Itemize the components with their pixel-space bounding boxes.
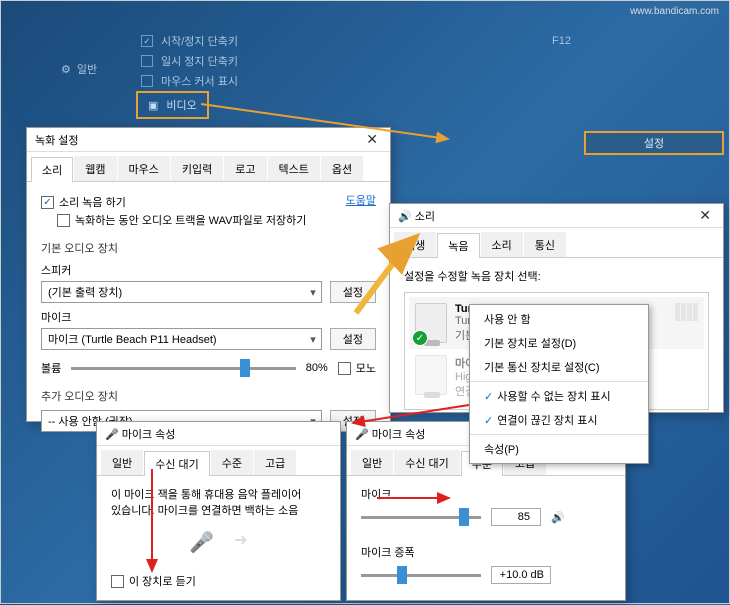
tab-advanced[interactable]: 고급 <box>254 450 296 475</box>
check-icon: ✓ <box>412 330 428 346</box>
gear-icon: ⚙ <box>61 63 71 76</box>
tab-general[interactable]: 일반 <box>101 450 143 475</box>
mic-boost-value: +10.0 dB <box>491 566 551 584</box>
mic-icon: 🎤 <box>105 429 119 441</box>
tab-recording[interactable]: 녹음 <box>437 233 479 258</box>
speaker-icon: 🔊 <box>398 211 412 223</box>
group-basic-audio: 기본 오디오 장치 <box>41 240 376 256</box>
help-link[interactable]: 도움말 <box>346 192 376 208</box>
mic2-pane: 마이크 85 🔊 마이크 증폭 +10.0 dB <box>347 476 625 594</box>
tab-listen[interactable]: 수신 대기 <box>394 450 460 475</box>
window-title: 녹화 설정 <box>35 132 79 148</box>
mic-props-listen-window: 🎤 마이크 속성 일반 수신 대기 수준 고급 이 마이크 잭을 통해 휴대용 … <box>96 421 341 601</box>
titlebar: 🎤 마이크 속성 <box>97 422 340 446</box>
tab-general[interactable]: 일반 <box>351 450 393 475</box>
snd-tabs: 재생 녹음 소리 통신 <box>390 228 723 258</box>
menu-show-disabled[interactable]: 사용할 수 없는 장치 표시 <box>470 384 648 408</box>
tab-option[interactable]: 옵션 <box>321 156 363 181</box>
menu-separator <box>470 381 648 382</box>
tab-text[interactable]: 텍스트 <box>268 156 320 181</box>
tab-comm[interactable]: 통신 <box>524 232 566 257</box>
bg-label: 일시 정지 단축키 <box>161 53 238 69</box>
level-meter <box>675 303 698 321</box>
mic-level-value: 85 <box>491 508 541 526</box>
volume-slider[interactable] <box>71 367 295 370</box>
volume-value: 80% <box>306 362 328 374</box>
rec-pane: ✓소리 녹음 하기 녹화하는 동안 오디오 트랙을 WAV파일로 저장하기 도움… <box>27 182 390 442</box>
menu-disable[interactable]: 사용 안 함 <box>470 307 648 331</box>
recording-settings-window: 녹화 설정 ✕ 소리 웹캠 마우스 키입력 로고 텍스트 옵션 ✓소리 녹음 하… <box>26 127 391 422</box>
speaker-label: 스피커 <box>41 262 376 278</box>
checkbox-icon <box>141 55 153 67</box>
chk-save-wav[interactable]: 녹화하는 동안 오디오 트랙을 WAV파일로 저장하기 <box>57 212 306 228</box>
mic-set-button[interactable]: 설정 <box>330 328 376 350</box>
mic-illustration-icon: 🎤 <box>189 530 214 555</box>
mic-boost-slider[interactable] <box>361 574 481 577</box>
arrow-icon: ➜ <box>234 530 247 555</box>
mic1-desc: 있습니다. 마이크를 연결하면 백하는 소음 <box>111 502 326 518</box>
check-icon: ✓ <box>141 35 153 47</box>
close-icon[interactable]: ✕ <box>695 207 715 224</box>
speaker-icon[interactable]: 🔊 <box>551 511 565 524</box>
mic1-tabs: 일반 수신 대기 수준 고급 <box>97 446 340 476</box>
bg-settings-panel: ✓시작/정지 단축키F12 일시 정지 단축키 마우스 커서 표시 ⚙일반 <box>141 31 611 91</box>
menu-separator <box>470 434 648 435</box>
tab-playback[interactable]: 재생 <box>394 232 436 257</box>
volume-label: 볼륨 <box>41 360 61 376</box>
mic-select[interactable]: 마이크 (Turtle Beach P11 Headset) <box>41 328 322 350</box>
snd-desc: 설정을 수정할 녹음 장치 선택: <box>404 268 709 284</box>
menu-show-disconnected[interactable]: 연결이 끊긴 장치 표시 <box>470 408 648 432</box>
video-icon: ▣ <box>148 99 158 112</box>
titlebar: 🔊 소리 ✕ <box>390 204 723 228</box>
bg-settings-button[interactable]: 설정 <box>584 131 724 155</box>
speaker-set-button[interactable]: 설정 <box>330 281 376 303</box>
device-context-menu: 사용 안 함 기본 장치로 설정(D) 기본 통신 장치로 설정(C) 사용할 … <box>469 304 649 464</box>
mic-device-icon <box>415 355 447 395</box>
menu-properties[interactable]: 속성(P) <box>470 437 648 461</box>
menu-set-default[interactable]: 기본 장치로 설정(D) <box>470 331 648 355</box>
nav-general[interactable]: 일반 <box>77 61 97 77</box>
mic-label: 마이크 <box>41 309 376 325</box>
tab-key[interactable]: 키입력 <box>171 156 223 181</box>
mic1-pane: 이 마이크 잭을 통해 휴대용 음악 플레이어 있습니다. 마이크를 연결하면 … <box>97 476 340 601</box>
nav-video[interactable]: ▣비디오 <box>136 91 209 119</box>
bg-hotkey: F12 <box>552 35 571 47</box>
mic-icon: 🎤 <box>355 429 369 441</box>
group-extra-audio: 추가 오디오 장치 <box>41 388 376 404</box>
bg-label: 시작/정지 단축키 <box>161 33 238 49</box>
checkbox-icon <box>141 75 153 87</box>
mic1-desc: 이 마이크 잭을 통해 휴대용 음악 플레이어 <box>111 486 326 502</box>
bg-label: 마우스 커서 표시 <box>161 73 238 89</box>
menu-set-default-comm[interactable]: 기본 통신 장치로 설정(C) <box>470 355 648 379</box>
speaker-select[interactable]: (기본 출력 장치) <box>41 281 322 303</box>
chk-mono[interactable]: 모노 <box>338 360 376 376</box>
tab-sounds[interactable]: 소리 <box>481 232 523 257</box>
window-title: 마이크 속성 <box>122 429 176 441</box>
mic-level-label: 마이크 <box>361 486 611 502</box>
tab-webcam[interactable]: 웹캠 <box>74 156 116 181</box>
window-title: 소리 <box>415 211 435 223</box>
rec-tabs: 소리 웹캠 마우스 키입력 로고 텍스트 옵션 <box>27 152 390 182</box>
window-title: 마이크 속성 <box>372 429 426 441</box>
watermark: www.bandicam.com <box>630 6 719 17</box>
close-icon[interactable]: ✕ <box>362 131 382 148</box>
titlebar: 녹화 설정 ✕ <box>27 128 390 152</box>
mic-boost-label: 마이크 증폭 <box>361 544 611 560</box>
tab-levels[interactable]: 수준 <box>211 450 253 475</box>
tab-listen[interactable]: 수신 대기 <box>144 451 210 476</box>
chk-listen-device[interactable]: 이 장치로 듣기 <box>111 573 326 589</box>
mic-level-slider[interactable] <box>361 516 481 519</box>
tab-mouse[interactable]: 마우스 <box>118 156 170 181</box>
chk-record-sound[interactable]: ✓소리 녹음 하기 <box>41 194 306 210</box>
tab-logo[interactable]: 로고 <box>224 156 266 181</box>
tab-sound[interactable]: 소리 <box>31 157 73 182</box>
